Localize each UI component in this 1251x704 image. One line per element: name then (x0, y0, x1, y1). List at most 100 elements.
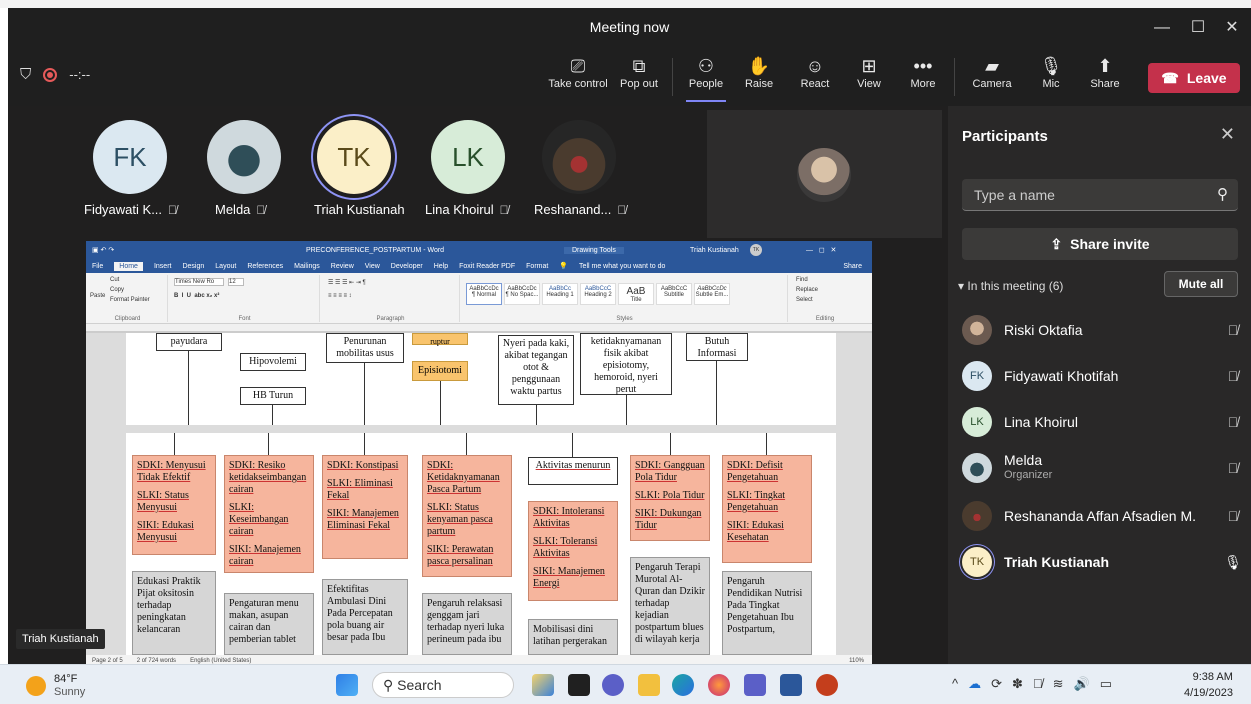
avatar: TK (962, 547, 992, 577)
participant-row[interactable]: Reshananda Affan Afsadien M. 🎙̸ (962, 496, 1244, 536)
task-view-icon[interactable] (568, 674, 590, 696)
react-button[interactable]: ☺ React (798, 54, 832, 102)
meeting-info: ⛉ --:-- (20, 66, 90, 83)
share-tray-icon: ⬆ (1097, 56, 1113, 76)
clock[interactable]: 9:38 AM 4/19/2023 (1184, 669, 1233, 701)
word-ribbon: Paste Cut Copy Format Painter Clipboard … (86, 273, 872, 324)
presenter-name-tag: Triah Kustianah (16, 629, 105, 649)
mic-off-icon[interactable]: 🎙̸ (1222, 368, 1244, 384)
phone-icon: ☎ (1161, 69, 1179, 86)
avatar: LK (962, 407, 992, 437)
screen-top-edge (0, 0, 1251, 8)
document-page: payudara Hipovolemi HB Turun Penurunan m… (126, 333, 836, 425)
mic-off-icon[interactable]: 🎙̸ (1222, 508, 1244, 524)
edge-icon[interactable] (672, 674, 694, 696)
word-window-controls[interactable]: — ◻ ✕ (806, 246, 836, 254)
minimize-icon[interactable]: — (1144, 16, 1180, 40)
participant-name: Triah Kustianah (314, 202, 405, 217)
connector-line (670, 433, 671, 455)
participant-search-input[interactable]: Type a name ⚲ (962, 179, 1238, 211)
participant-row[interactable]: LK Lina Khoirul 🎙̸ (962, 402, 1244, 442)
connector-line (440, 381, 441, 425)
mic-off-icon: 🎙̸ (256, 202, 266, 217)
participant-row[interactable]: FK Fidyawati Khotifah 🎙̸ (962, 356, 1244, 396)
sdki-box: SDKI: Resiko ketidakseimbangan cairan SLK… (224, 455, 314, 573)
style-title[interactable]: AaB Title (618, 283, 654, 305)
leave-button[interactable]: ☎ Leave (1148, 63, 1240, 93)
self-video-tile (707, 110, 942, 238)
connector-line (716, 361, 717, 425)
teams-icon[interactable] (744, 674, 766, 696)
participant-row-self[interactable]: TK Triah Kustianah 🎙 (962, 542, 1244, 582)
style-normal[interactable]: AaBbCcDc ¶ Normal (466, 283, 502, 305)
mic-on-icon[interactable]: 🎙 (1222, 554, 1244, 571)
style-no-spacing[interactable]: AaBbCcDc ¶ No Spac... (504, 283, 540, 305)
system-tray[interactable]: ^ ☁ ⟳ ✽ 🎙̸ ≋ 🔊 ▭ (952, 676, 1112, 692)
firefox-icon[interactable] (708, 674, 730, 696)
word-icon[interactable] (780, 674, 802, 696)
style-subtle-emphasis[interactable]: AaBbCcDc Subtle Em... (694, 283, 730, 305)
weather-widget[interactable]: 84°F Sunny (26, 673, 85, 699)
share-button[interactable]: ⬆ Share (1088, 54, 1122, 102)
shared-screen-word: ▣ ↶ ↷ PRECONFERENCE_POSTPARTUM - Word Dr… (86, 241, 872, 664)
camera-button[interactable]: ▰ Camera (970, 54, 1014, 102)
participant-row[interactable]: Riski Oktafia 🎙̸ (962, 310, 1244, 350)
title-bar: Meeting now — ☐ ✕ (8, 8, 1251, 48)
close-icon[interactable]: ✕ (1214, 16, 1250, 40)
close-panel-icon[interactable]: ✕ (1220, 124, 1235, 145)
pop-out-button[interactable]: ⧉ Pop out (616, 54, 662, 102)
mic-off-icon: 🎙̸ (168, 202, 178, 217)
more-button[interactable]: ••• More (908, 54, 938, 102)
raise-hand-button[interactable]: ✋ Raise (742, 54, 776, 102)
connector-line (466, 433, 467, 455)
widgets-icon[interactable] (532, 674, 554, 696)
style-subtitle[interactable]: AaBbCcC Subtitle (656, 283, 692, 305)
participant-row[interactable]: Melda Organizer 🎙̸ (962, 448, 1244, 488)
align-icon[interactable]: ≡ ≡ ≡ ≡ ↕ (328, 293, 352, 299)
editing-group: Find Replace Select Editing (796, 277, 835, 322)
teams-window: Meeting now — ☐ ✕ ⛉ --:-- ⎚ Take control … (8, 8, 1251, 664)
sdki-box: SDKI: Ketidaknyamanan Pasca Partum SLKI: … (422, 455, 512, 577)
take-control-button[interactable]: ⎚ Take control (548, 54, 608, 102)
mic-button[interactable]: 🎙 Mic (1036, 54, 1066, 102)
font-format-buttons[interactable]: B I U abc x₂ x² (174, 293, 219, 299)
connector-line (188, 351, 189, 425)
meeting-toolbar: ⛉ --:-- ⎚ Take control ⧉ Pop out ⚇ People ✋… (8, 48, 1251, 106)
battery-icon: ▭ (1099, 676, 1113, 691)
file-explorer-icon[interactable] (638, 674, 660, 696)
view-button[interactable]: ⊞ View (854, 54, 884, 102)
mic-off-icon[interactable]: 🎙̸ (1222, 460, 1244, 476)
powerpoint-icon[interactable] (816, 674, 838, 696)
smiley-icon: ☺ (805, 56, 825, 76)
mic-off-icon[interactable]: 🎙̸ (1222, 322, 1244, 338)
maximize-icon[interactable]: ☐ (1180, 16, 1216, 40)
volume-icon: 🔊 (1073, 676, 1090, 691)
connector-line (364, 363, 365, 425)
taskbar-search[interactable]: ⚲ Search (372, 672, 514, 698)
mic-off-icon: 🎙̸ (617, 202, 627, 217)
chat-icon[interactable] (602, 674, 624, 696)
avatar: FK (93, 120, 167, 194)
more-icon: ••• (913, 56, 933, 76)
in-meeting-header[interactable]: ▾ In this meeting (6) (958, 279, 1063, 293)
mute-all-button[interactable]: Mute all (1164, 271, 1238, 297)
onedrive-icon: ☁ (968, 676, 982, 691)
hand-icon: ✋ (747, 56, 771, 76)
pop-out-icon: ⧉ (632, 56, 646, 76)
style-heading-2[interactable]: AaBbCcC Heading 2 (580, 283, 616, 305)
recording-icon (43, 67, 58, 82)
start-icon[interactable] (336, 674, 358, 696)
people-button[interactable]: ⚇ People (686, 54, 726, 102)
meeting-title: Meeting now (589, 19, 670, 35)
mic-off-icon[interactable]: 🎙̸ (1222, 414, 1244, 430)
wifi-icon: ≋ (1052, 676, 1064, 691)
list-icon[interactable]: ☰ ☰ ☰ ⇤ ⇥ ¶ (328, 279, 366, 286)
connector-line (536, 405, 537, 425)
participant-name: Lina Khoirul 🎙̸ (425, 202, 509, 217)
mic-off-icon: 🎙̸ (499, 202, 509, 217)
connector-line (766, 433, 767, 455)
style-heading-1[interactable]: AaBbCc Heading 1 (542, 283, 578, 305)
avatar (207, 120, 281, 194)
sdki-box: SDKI: Menyusui Tidak Efektif SLKI: Status… (132, 455, 216, 555)
share-invite-button[interactable]: ⇪ Share invite (962, 228, 1238, 260)
